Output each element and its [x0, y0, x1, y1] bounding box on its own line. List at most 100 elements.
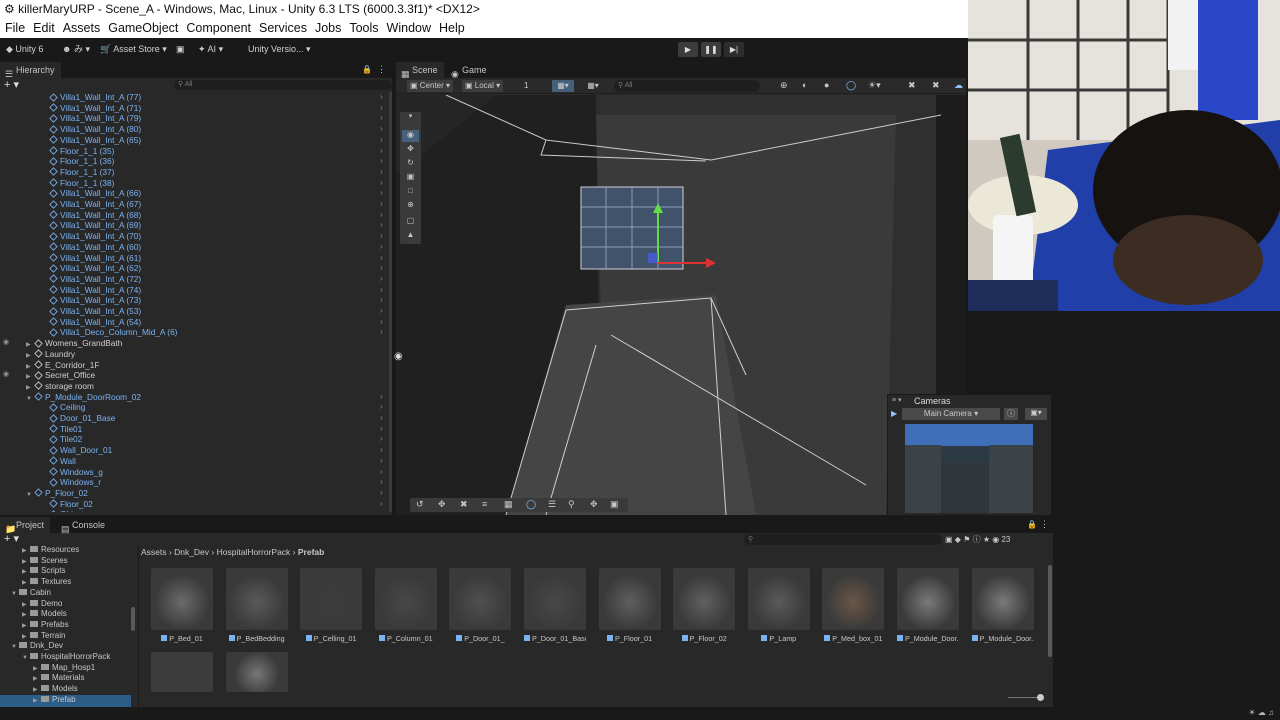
hierarchy-item[interactable]: Villa1_Wall_Int_A (79) — [49, 113, 141, 124]
scene-camera-icon[interactable]: ☁ — [954, 80, 963, 91]
folder-item[interactable]: ▶ Prefab — [0, 694, 131, 707]
tag-icon[interactable]: ⚑ — [963, 535, 970, 544]
move-icon[interactable]: ✥ — [438, 499, 446, 510]
asset-item[interactable]: P_Med_box_01 — [822, 568, 885, 643]
info-icon[interactable]: ⓘ — [973, 535, 981, 544]
menu-component[interactable]: Component — [186, 21, 251, 35]
breadcrumb-item[interactable]: HospitalHorrorPack — [217, 547, 291, 557]
scene-view[interactable]: ▦ Scene ◉ Game ▣ Center ▾ ▣ Local ▾ 1 ▦▾… — [396, 62, 966, 515]
open-prefab-arrow-icon[interactable]: › — [380, 456, 383, 465]
star-icon[interactable]: ★ — [983, 535, 990, 544]
probuilder-tool-icon[interactable]: ▲ — [402, 230, 419, 242]
open-prefab-arrow-icon[interactable]: › — [380, 317, 383, 326]
align-icon[interactable]: ≡ — [482, 499, 487, 509]
hierarchy-item[interactable]: Villa1_Wall_Int_A (65) — [49, 135, 141, 146]
project-kebab-icon[interactable]: ⋮ — [1040, 519, 1049, 530]
custom-tool-icon[interactable]: ▢ — [402, 216, 419, 228]
asset-item[interactable] — [151, 652, 213, 692]
hierarchy-item[interactable]: Villa1_Wall_Int_A (70) — [49, 231, 141, 242]
asset-item[interactable]: P_Module_Door... — [971, 568, 1034, 643]
asset-item[interactable]: P_Column_01 — [374, 568, 437, 643]
account-dropdown[interactable]: ☻ み ▾ — [62, 42, 90, 57]
open-prefab-arrow-icon[interactable]: › — [380, 199, 383, 208]
hierarchy-item[interactable]: ▶ Womens_GrandBath — [26, 338, 122, 349]
camera-select-dropdown[interactable]: Main Camera ▾ — [902, 408, 1000, 420]
package-icon[interactable]: ▣ — [176, 42, 185, 57]
open-prefab-arrow-icon[interactable]: › — [380, 274, 383, 283]
kebab-menu-icon[interactable]: ⋮ — [377, 64, 386, 75]
wireframe-icon[interactable]: ◐ — [802, 80, 807, 90]
hierarchy-search-input[interactable]: ⚲ All — [174, 80, 392, 90]
open-prefab-arrow-icon[interactable]: › — [380, 285, 383, 294]
move-tool-icon[interactable]: ✥ — [402, 144, 419, 156]
tab-hierarchy[interactable]: ☰ Hierarchy — [0, 62, 61, 79]
breadcrumb-item[interactable]: Dnk_Dev — [174, 547, 209, 557]
open-prefab-arrow-icon[interactable]: › — [380, 113, 383, 122]
scene-viewport[interactable] — [396, 95, 966, 515]
hierarchy-item[interactable]: Wall_Door_01 — [49, 445, 112, 456]
hierarchy-item[interactable]: Floor_1_1 (35) — [49, 146, 114, 157]
lighting-icon[interactable]: ◯ — [846, 80, 856, 91]
layers-icon[interactable]: ☰ — [548, 499, 556, 510]
visibility-eye-icon[interactable]: ◉ — [394, 351, 403, 362]
search-by-type-icon[interactable]: ▣ — [945, 535, 953, 544]
asset-item[interactable]: P_Bed_01 — [151, 568, 213, 643]
cross-icon[interactable]: ✖ — [460, 499, 468, 510]
menu-gameobject[interactable]: GameObject — [108, 21, 178, 35]
collapse-arrow-icon[interactable]: ▶ — [26, 362, 35, 373]
open-prefab-arrow-icon[interactable]: › — [380, 499, 383, 508]
asset-item[interactable]: P_Lamp — [747, 568, 810, 643]
transform-tool-icon[interactable]: ⊕ — [402, 200, 419, 212]
hierarchy-item[interactable]: Villa1_Wall_Int_A (77) — [49, 92, 141, 103]
open-prefab-arrow-icon[interactable]: › — [380, 434, 383, 443]
asset-item[interactable]: P_Floor_01 — [598, 568, 661, 643]
asset-item[interactable]: P_Celling_01 — [300, 568, 363, 643]
version-control-button[interactable]: Unity Versio... ▾ — [248, 42, 311, 57]
tab-console[interactable]: ▤ Console — [56, 517, 111, 534]
tab-game[interactable]: ◉ Game — [446, 62, 493, 79]
zoom-slider-handle[interactable] — [1037, 694, 1044, 701]
hierarchy-item[interactable]: Villa1_Wall_Int_A (80) — [49, 124, 141, 135]
open-prefab-arrow-icon[interactable]: › — [380, 467, 383, 476]
asset-item[interactable]: P_Door_01_Base — [524, 568, 586, 643]
hierarchy-item[interactable]: Villa1_Wall_Int_A (68) — [49, 210, 141, 221]
visibility-icon[interactable]: ◉ — [3, 370, 9, 378]
grid-snap-field[interactable]: 1 — [524, 80, 544, 92]
menu-edit[interactable]: Edit — [33, 21, 55, 35]
open-prefab-arrow-icon[interactable]: › — [380, 167, 383, 176]
hierarchy-item[interactable]: ▶ storage room — [26, 381, 94, 392]
scale-tool-icon[interactable]: ▣ — [402, 172, 419, 184]
breadcrumb-item[interactable]: Prefab — [298, 547, 324, 557]
open-prefab-arrow-icon[interactable]: › — [380, 445, 383, 454]
space-dropdown[interactable]: ▣ Local ▾ — [462, 80, 504, 92]
cloud-icon[interactable]: ☁ — [1258, 708, 1266, 717]
open-prefab-arrow-icon[interactable]: › — [380, 295, 383, 304]
open-prefab-arrow-icon[interactable]: › — [380, 124, 383, 133]
open-prefab-arrow-icon[interactable]: › — [380, 392, 383, 401]
menu-file[interactable]: File — [5, 21, 25, 35]
hierarchy-item[interactable]: Villa1_Wall_Int_A (53) — [49, 306, 141, 317]
hierarchy-item[interactable]: Ceiling — [49, 402, 85, 413]
project-search-input[interactable]: ⚲ — [744, 534, 942, 545]
hierarchy-item[interactable]: Villa1_Wall_Int_A (66) — [49, 188, 141, 199]
open-prefab-arrow-icon[interactable]: › — [380, 156, 383, 165]
ai-button[interactable]: ✦ AI ▾ — [198, 42, 223, 57]
open-prefab-arrow-icon[interactable]: › — [380, 178, 383, 187]
lightbulb-icon[interactable]: ☀ — [1248, 708, 1255, 717]
open-prefab-arrow-icon[interactable]: › — [380, 188, 383, 197]
hierarchy-item[interactable]: Tile01 — [49, 424, 82, 435]
hierarchy-item[interactable]: Villa1_Wall_Int_A (62) — [49, 263, 141, 274]
hierarchy-item[interactable]: ▶ E_Corridor_1F — [26, 360, 99, 371]
open-prefab-arrow-icon[interactable]: › — [380, 242, 383, 251]
rotate-tool-icon[interactable]: ↻ — [402, 158, 419, 170]
zoom-icon[interactable]: ⚲ — [568, 499, 575, 510]
tab-scene[interactable]: ▦ Scene — [396, 62, 444, 79]
label-icon[interactable]: ◆ — [955, 535, 961, 544]
menu-services[interactable]: Services — [259, 21, 307, 35]
scene-search-input[interactable]: ⚲ All — [614, 80, 760, 92]
hierarchy-item[interactable]: Villa1_Wall_Int_A (60) — [49, 242, 141, 253]
open-prefab-arrow-icon[interactable]: › — [380, 424, 383, 433]
hierarchy-item[interactable]: Villa1_Wall_Int_A (54) — [49, 317, 141, 328]
open-prefab-arrow-icon[interactable]: › — [380, 306, 383, 315]
tab-project[interactable]: 📁 Project — [0, 517, 51, 534]
